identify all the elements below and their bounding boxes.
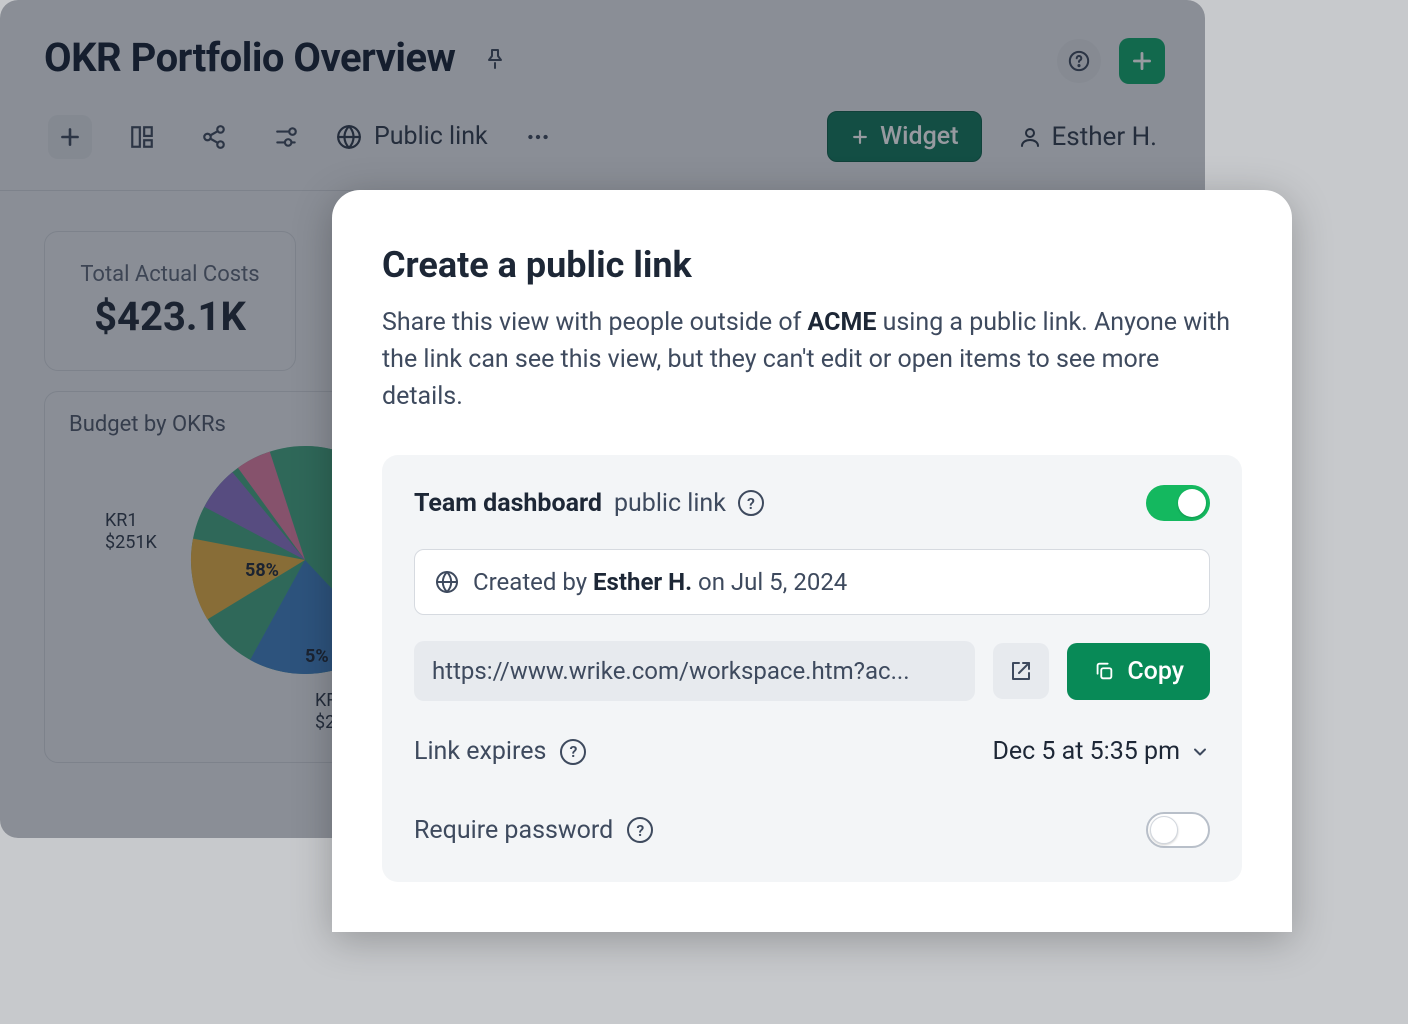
globe-icon — [435, 570, 459, 594]
help-hint-icon[interactable]: ? — [627, 817, 653, 843]
require-password-label: Require password ? — [414, 816, 653, 845]
created-by-box: Created by Esther H. on Jul 5, 2024 — [414, 549, 1210, 615]
require-password-toggle[interactable] — [1146, 812, 1210, 848]
link-expires-value[interactable]: Dec 5 at 5:35 pm — [992, 737, 1210, 766]
modal-description: Share this view with people outside of A… — [382, 304, 1242, 415]
public-link-url-field[interactable]: https://www.wrike.com/workspace.htm?ac..… — [414, 641, 975, 701]
copy-button-label: Copy — [1127, 657, 1184, 686]
help-hint-icon[interactable]: ? — [560, 739, 586, 765]
public-link-panel: Team dashboard public link ? Created by … — [382, 455, 1242, 882]
copy-icon — [1093, 660, 1115, 682]
public-link-modal: Create a public link Share this view wit… — [332, 190, 1292, 932]
copy-link-button[interactable]: Copy — [1067, 643, 1210, 700]
modal-title: Create a public link — [382, 244, 1242, 286]
link-expires-label: Link expires ? — [414, 737, 586, 766]
open-link-button[interactable] — [993, 643, 1049, 699]
panel-title: Team dashboard public link ? — [414, 489, 764, 518]
external-link-icon — [1009, 659, 1033, 683]
created-by-text: Created by Esther H. on Jul 5, 2024 — [473, 568, 847, 596]
help-hint-icon[interactable]: ? — [738, 490, 764, 516]
public-link-toggle[interactable] — [1146, 485, 1210, 521]
chevron-down-icon — [1190, 742, 1210, 762]
